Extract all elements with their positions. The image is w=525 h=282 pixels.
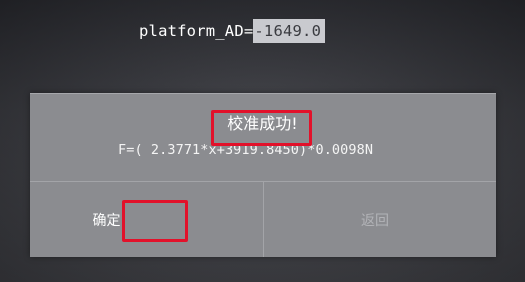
ad-readout-label: platform_AD= xyxy=(139,22,254,40)
confirm-highlight-box xyxy=(122,200,188,242)
confirm-button-label: 确定 xyxy=(92,212,121,229)
back-button[interactable]: 返回 xyxy=(264,182,496,257)
back-button-label: 返回 xyxy=(361,212,389,229)
platform-ad-readout: platform_AD= -1649.0 xyxy=(136,16,330,46)
status-highlight-box xyxy=(211,110,312,146)
ad-readout-value: -1649.0 xyxy=(253,19,326,43)
